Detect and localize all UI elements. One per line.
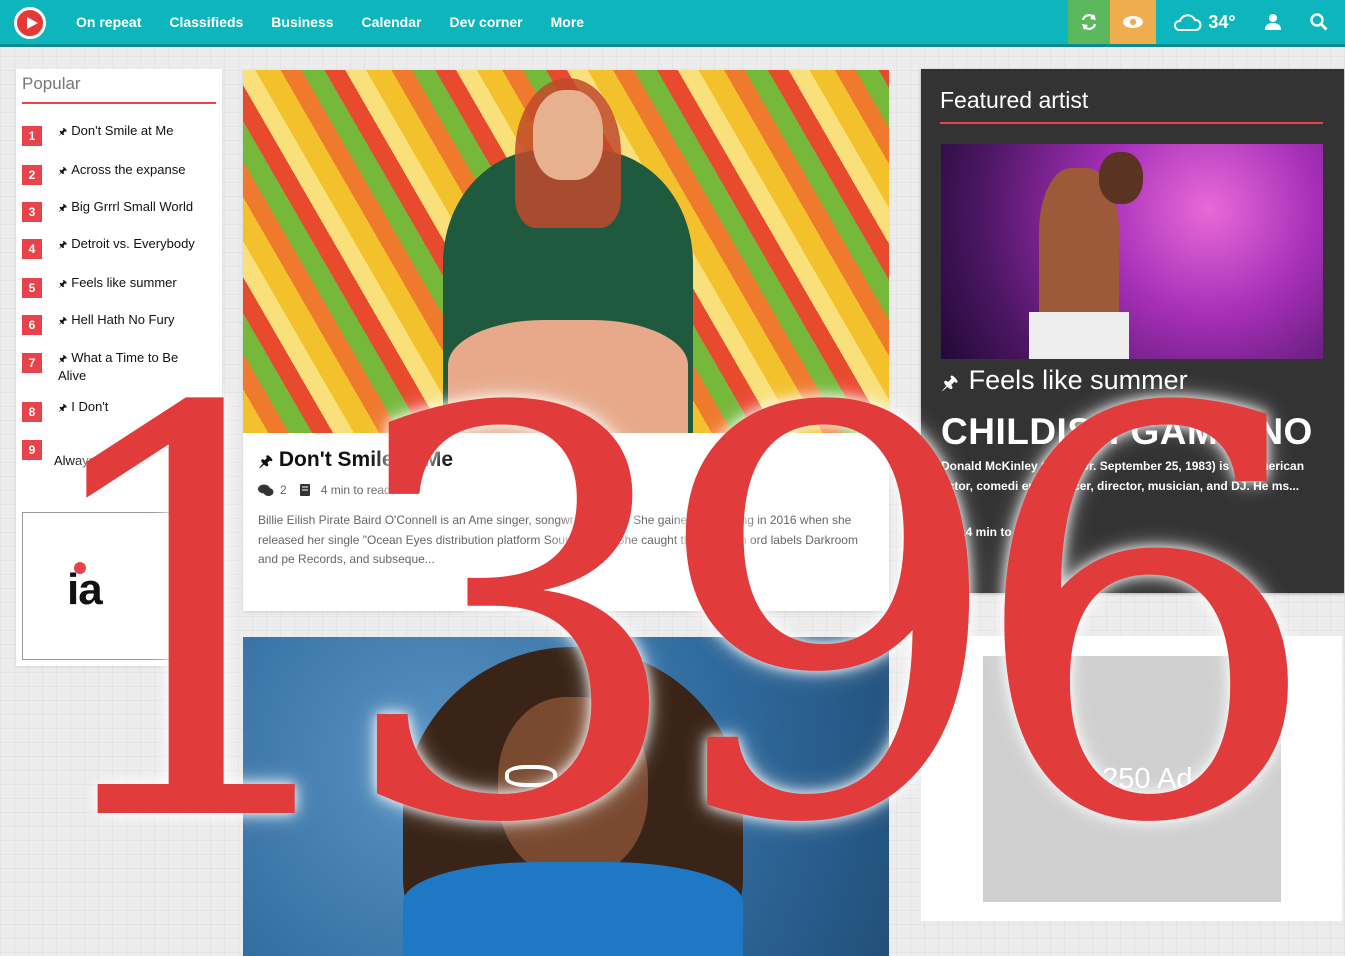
- comments-icon: [258, 484, 274, 496]
- eye-icon: [1123, 16, 1143, 28]
- pin-icon: 🖈: [58, 127, 68, 138]
- temperature-label: 34°: [1208, 11, 1236, 32]
- nav-calendar[interactable]: Calendar: [348, 0, 436, 44]
- watch-button[interactable]: [1110, 0, 1156, 44]
- main-article-card[interactable]: 🖈 Don't Smile at Me 2 4 min to read Billi…: [243, 70, 889, 611]
- popular-item[interactable]: 5 🖈 Feels like summer: [22, 275, 218, 298]
- featured-song-title[interactable]: Feels like summer: [969, 365, 1188, 395]
- ad-placeholder[interactable]: 0x250 Ad: [983, 656, 1281, 902]
- popular-item-title[interactable]: Hell Hath No Fury: [71, 312, 174, 327]
- rank-badge: 9: [22, 440, 42, 460]
- book-icon: [942, 526, 952, 538]
- refresh-button[interactable]: [1068, 0, 1110, 44]
- article-excerpt: Billie Eilish Pirate Baird O'Connell is …: [258, 513, 858, 566]
- popular-item-title[interactable]: Feels like summer: [71, 275, 176, 290]
- pin-icon: 🖈: [941, 373, 959, 394]
- comment-count: 2: [280, 483, 287, 497]
- popular-item[interactable]: 3 🖈 Big Grrrl Small World: [22, 199, 218, 222]
- rank-badge: 4: [22, 239, 42, 259]
- rank-badge: 3: [22, 202, 42, 222]
- image-figure-head: [533, 90, 603, 180]
- popular-item[interactable]: 6 🖈 Hell Hath No Fury: [22, 312, 218, 335]
- image-glasses: [505, 765, 557, 787]
- image-figure-head: [1099, 152, 1143, 204]
- rank-badge: 8: [22, 402, 42, 422]
- pin-icon: 🖈: [259, 453, 273, 470]
- ad-placeholder-label: 0x250 Ad: [1071, 762, 1193, 795]
- article-title[interactable]: 🖈 Don't Smile at Me: [259, 448, 453, 476]
- article-meta: 2 4 min to read: [258, 483, 391, 497]
- ad-logo: ia: [67, 565, 103, 614]
- popular-item-title[interactable]: Don't Smile at Me: [71, 123, 173, 138]
- image-figure-pants: [1029, 312, 1129, 359]
- refresh-icon: [1081, 14, 1097, 30]
- pin-icon: 🖈: [58, 316, 68, 327]
- popular-item[interactable]: 1 🖈 Don't Smile at Me: [22, 123, 218, 146]
- right-ad-card[interactable]: 0x250 Ad: [921, 636, 1342, 921]
- article-title-text[interactable]: Don't Smile at Me: [279, 448, 453, 471]
- article-image[interactable]: [243, 70, 889, 433]
- top-navigation-bar: On repeat Classifieds Business Calendar …: [0, 0, 1345, 47]
- ad-logo-dot: [74, 562, 86, 574]
- play-logo-icon[interactable]: [14, 7, 46, 39]
- popular-item-title[interactable]: What a Time to Be Alive: [58, 350, 178, 383]
- popular-item-title[interactable]: I Don't: [71, 399, 108, 414]
- featured-image[interactable]: [941, 144, 1323, 359]
- popular-item[interactable]: 2 🖈 Across the expanse: [22, 162, 218, 185]
- book-icon: [299, 484, 310, 496]
- pin-icon: 🖈: [58, 279, 68, 290]
- nav-classifieds[interactable]: Classifieds: [155, 0, 257, 44]
- nav-dev-corner[interactable]: Dev corner: [435, 0, 536, 44]
- popular-item[interactable]: 9 Always A: [22, 437, 218, 469]
- search-icon: [1310, 13, 1328, 31]
- user-icon: [1265, 14, 1281, 30]
- popular-sidebar: Popular 1 🖈 Don't Smile at Me 2 🖈 Across t…: [16, 69, 222, 666]
- featured-description: Donald McKinley Glover Jr. September 25,…: [941, 459, 1305, 493]
- pin-icon: 🖈: [58, 240, 68, 251]
- pin-icon: 🖈: [58, 203, 68, 214]
- nav-business[interactable]: Business: [257, 0, 347, 44]
- popular-item[interactable]: 8 🖈 I Don't: [22, 399, 218, 422]
- nav-more[interactable]: More: [537, 0, 598, 44]
- second-article-card[interactable]: [243, 637, 889, 956]
- pin-icon: 🖈: [58, 354, 68, 365]
- popular-item-title[interactable]: Across the expanse: [71, 162, 185, 177]
- image-figure-face: [498, 697, 648, 877]
- featured-song[interactable]: 🖈 Feels like summer: [941, 365, 1188, 401]
- nav-on-repeat[interactable]: On repeat: [62, 0, 155, 44]
- rank-badge: 7: [22, 353, 42, 373]
- sidebar-ad[interactable]: ia: [22, 512, 201, 660]
- image-figure-sweater: [403, 862, 743, 956]
- popular-heading: Popular: [22, 74, 216, 104]
- pin-icon: 🖈: [58, 403, 68, 414]
- main-nav: On repeat Classifieds Business Calendar …: [62, 0, 598, 44]
- popular-item[interactable]: 4 🖈 Detroit vs. Everybody: [22, 236, 218, 259]
- popular-item[interactable]: 7 🖈 What a Time to Be Alive: [22, 350, 218, 384]
- popular-item-title[interactable]: Big Grrrl Small World: [71, 199, 193, 214]
- featured-heading: Featured artist: [940, 87, 1323, 124]
- weather-widget[interactable]: 34°: [1160, 0, 1248, 44]
- rank-badge: 5: [22, 278, 42, 298]
- read-time: 14 min to read: [959, 525, 1041, 539]
- rank-badge: 2: [22, 165, 42, 185]
- image-figure-legs: [448, 320, 688, 433]
- rank-badge: 6: [22, 315, 42, 335]
- pin-icon: 🖈: [58, 166, 68, 177]
- popular-item-title[interactable]: Detroit vs. Everybody: [71, 236, 195, 251]
- featured-artist-card[interactable]: Featured artist 🖈 Feels like summer CHILD…: [921, 69, 1344, 593]
- search-button[interactable]: [1302, 0, 1336, 44]
- rank-badge: 1: [22, 126, 42, 146]
- featured-meta: 14 min to read: [941, 525, 1040, 539]
- cloud-icon: [1174, 14, 1202, 31]
- featured-artist-name[interactable]: CHILDISH GAMBINO: [941, 411, 1313, 453]
- popular-item-title[interactable]: Always A: [54, 453, 107, 468]
- read-time: 4 min to read: [320, 483, 391, 497]
- image-glasses: [569, 765, 621, 787]
- user-button[interactable]: [1256, 0, 1290, 44]
